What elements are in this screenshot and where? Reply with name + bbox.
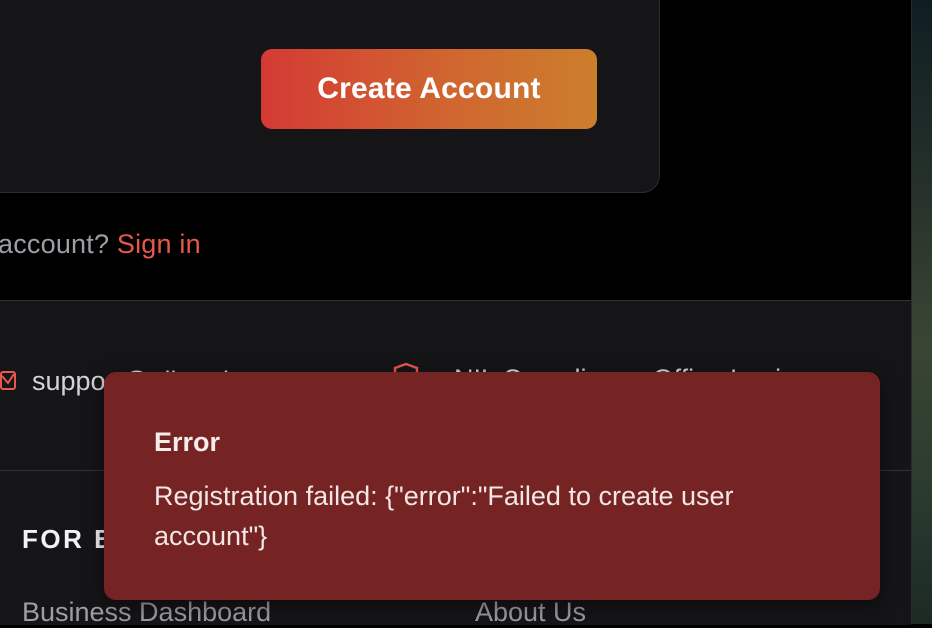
footer-link-about-us[interactable]: About Us bbox=[475, 597, 586, 628]
toast-message: Registration failed: {"error":"Failed to… bbox=[154, 481, 734, 551]
create-account-button[interactable]: Create Account bbox=[261, 49, 597, 129]
background-strip bbox=[911, 0, 932, 624]
toast-title: Error bbox=[154, 427, 221, 457]
footer-link-business-dashboard[interactable]: Business Dashboard bbox=[22, 597, 271, 628]
mail-icon bbox=[0, 371, 16, 390]
error-toast[interactable]: Error Registration failed: {"error":"Fai… bbox=[104, 372, 880, 600]
signin-prompt: account? Sign in bbox=[0, 229, 201, 260]
signup-card: Create Account bbox=[0, 0, 660, 193]
sign-in-link[interactable]: Sign in bbox=[117, 229, 201, 259]
signin-prompt-text: account? bbox=[0, 229, 117, 259]
